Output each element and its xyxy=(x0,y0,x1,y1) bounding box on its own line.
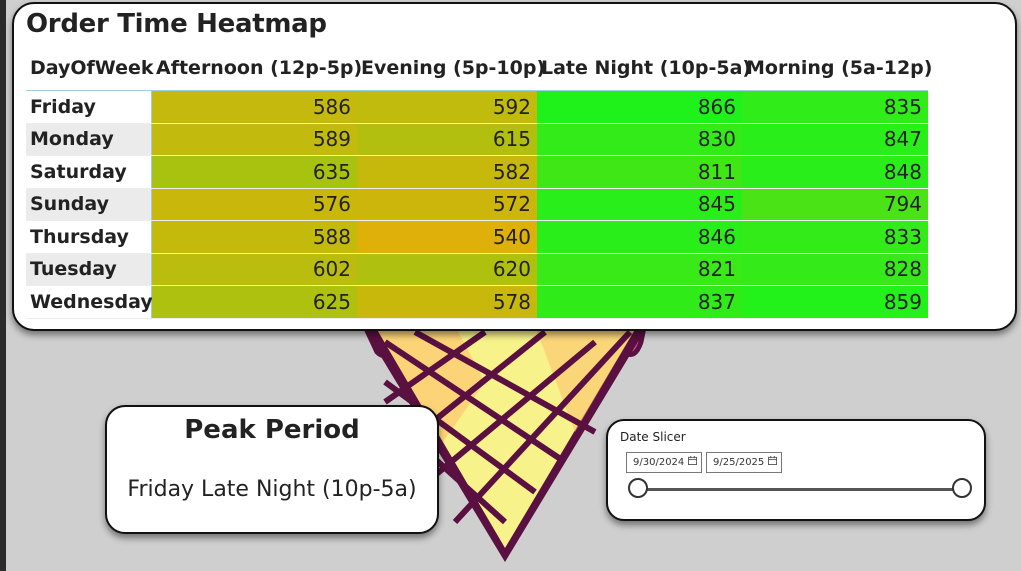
start-date-input[interactable]: 9/30/2024 xyxy=(626,452,702,473)
column-header-dayofweek[interactable]: DayOfWeek xyxy=(26,57,154,79)
heat-cell: 586 xyxy=(152,91,357,123)
heat-cell: 625 xyxy=(152,286,357,318)
day-cell: Saturday xyxy=(26,156,152,188)
heat-cell: 615 xyxy=(357,123,537,155)
heat-cell: 572 xyxy=(357,188,537,220)
heat-cell: 620 xyxy=(357,253,537,285)
table-row[interactable]: Sunday 576 572 845 794 xyxy=(26,188,928,221)
calendar-icon[interactable] xyxy=(768,456,777,465)
table-row[interactable]: Friday 586 592 866 835 xyxy=(26,91,928,124)
day-cell: Monday xyxy=(26,123,152,155)
heat-cell: 589 xyxy=(152,123,357,155)
heat-cell: 845 xyxy=(537,188,742,220)
heat-cell: 576 xyxy=(152,188,357,220)
heatmap-table: DayOfWeek Afternoon (12p-5p) Evening (5p… xyxy=(26,46,932,319)
peak-period-card: Peak Period Friday Late Night (10p-5a) xyxy=(105,405,439,534)
end-date-value: 9/25/2025 xyxy=(713,457,765,468)
column-header-evening[interactable]: Evening (5p-10p) xyxy=(357,57,545,79)
table-body: Friday 586 592 866 835 Monday 589 615 830 847 Satu… xyxy=(26,91,928,319)
column-header-morning[interactable]: Morning (5a-12p) xyxy=(742,57,932,79)
heat-cell: 582 xyxy=(357,156,537,188)
table-row[interactable]: Monday 589 615 830 847 xyxy=(26,123,928,156)
heat-cell: 848 xyxy=(742,156,928,188)
table-row[interactable]: Thursday 588 540 846 833 xyxy=(26,221,928,254)
heat-cell: 635 xyxy=(152,156,357,188)
heatmap-title: Order Time Heatmap xyxy=(26,9,327,39)
day-cell: Wednesday xyxy=(26,286,153,318)
day-cell: Thursday xyxy=(26,221,152,253)
heat-cell: 866 xyxy=(537,91,742,123)
start-date-value: 9/30/2024 xyxy=(633,457,685,468)
table-row[interactable]: Tuesday 602 620 821 828 xyxy=(26,253,928,286)
heat-cell: 540 xyxy=(357,221,537,253)
day-cell: Sunday xyxy=(26,188,152,220)
heat-cell: 835 xyxy=(742,91,928,123)
peak-period-value: Friday Late Night (10p-5a) xyxy=(127,477,417,502)
peak-period-title: Peak Period xyxy=(184,415,360,445)
heat-cell: 592 xyxy=(357,91,537,123)
heat-cell: 794 xyxy=(742,188,928,220)
slider-end-handle[interactable] xyxy=(952,478,972,498)
table-header-row: DayOfWeek Afternoon (12p-5p) Evening (5p… xyxy=(26,46,932,91)
heat-cell: 828 xyxy=(742,253,928,285)
table-row[interactable]: Saturday 635 582 811 848 xyxy=(26,156,928,189)
heat-cell: 811 xyxy=(537,156,742,188)
heat-cell: 833 xyxy=(742,221,928,253)
column-header-late-night[interactable]: Late Night (10p-5a) xyxy=(537,57,751,79)
heat-cell: 821 xyxy=(537,253,742,285)
column-header-afternoon[interactable]: Afternoon (12p-5p) xyxy=(152,57,362,79)
end-date-input[interactable]: 9/25/2025 xyxy=(706,452,782,473)
heat-cell: 830 xyxy=(537,123,742,155)
heat-cell: 578 xyxy=(357,286,537,318)
heat-cell: 837 xyxy=(537,286,742,318)
heat-cell: 588 xyxy=(152,221,357,253)
heatmap-card: Order Time Heatmap DayOfWeek Afternoon (… xyxy=(12,2,1017,331)
date-range-slider-track[interactable] xyxy=(638,488,962,491)
date-slicer-card: Date Slicer 9/30/2024 9/25/2025 xyxy=(606,419,986,521)
table-row[interactable]: Wednesday 625 578 837 859 xyxy=(26,286,928,319)
heat-cell: 859 xyxy=(742,286,928,318)
heat-cell: 602 xyxy=(152,253,357,285)
day-cell: Friday xyxy=(26,91,152,123)
heat-cell: 846 xyxy=(537,221,742,253)
day-cell: Tuesday xyxy=(26,253,152,285)
heat-cell: 847 xyxy=(742,123,928,155)
calendar-icon[interactable] xyxy=(688,456,697,465)
slider-start-handle[interactable] xyxy=(628,478,648,498)
date-slicer-label: Date Slicer xyxy=(620,430,686,444)
left-edge-bar xyxy=(0,0,6,571)
